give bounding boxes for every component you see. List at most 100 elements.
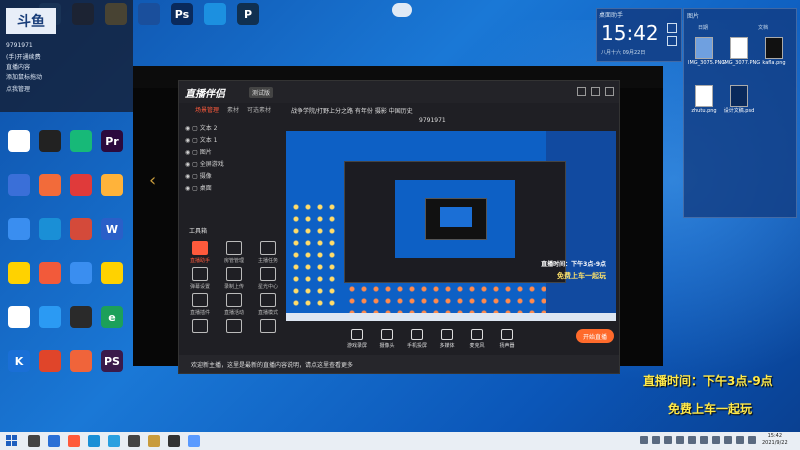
taskbar-app-icon[interactable] [128, 435, 140, 447]
scene-item[interactable]: ◉ ▢ 文本 1 [185, 135, 217, 144]
desktop-icon[interactable]: P [231, 3, 265, 25]
game-capture-button[interactable]: 游戏录屏 [342, 329, 372, 349]
notice-bar[interactable]: 欢迎新主播，这里是最新的直播内容说明，请点这里查看更多 [179, 355, 619, 373]
file-item[interactable]: zhutu.png [688, 85, 720, 114]
tray-icon[interactable] [724, 436, 732, 444]
file-item[interactable]: kafla.png [758, 37, 790, 66]
desktop-icon[interactable] [2, 218, 36, 240]
speaker-button[interactable]: 扬声器 [492, 329, 522, 349]
chevron-left-icon[interactable]: ‹ [149, 170, 156, 191]
tab-scene[interactable]: 场景管理 [195, 105, 219, 114]
tool-button[interactable]: 星光中心 [255, 267, 281, 290]
tool-button[interactable]: 主播任务 [255, 241, 281, 264]
desktop-icon[interactable] [64, 218, 98, 240]
desktop-icon[interactable] [198, 3, 232, 25]
taskbar-app-icon[interactable] [148, 435, 160, 447]
file-item[interactable]: 设计文稿.psd [723, 85, 755, 114]
taskbar-app-icon[interactable] [168, 435, 180, 447]
desktop-icon[interactable] [33, 350, 67, 372]
panel-line[interactable]: (手)开通续费 [6, 52, 41, 61]
desktop-icon[interactable] [64, 174, 98, 196]
tray-icon[interactable] [748, 436, 756, 444]
taskbar-app-icon[interactable] [108, 435, 120, 447]
desktop-icon[interactable] [2, 306, 36, 328]
live-companion-window[interactable]: 直播伴侣 测试版 场景管理 素材 可选素材 ◉ ▢ 文本 2 ◉ ▢ 文本 1 … [178, 80, 620, 374]
media-button[interactable]: 多媒体 [432, 329, 462, 349]
camera-button[interactable]: 摄像头 [372, 329, 402, 349]
tool-button[interactable] [187, 319, 213, 335]
tray-icon[interactable] [640, 436, 648, 444]
clock-widget[interactable]: 桌面助手 15:42 八月十六 09月22日 [596, 8, 682, 62]
panel-line[interactable]: 点我管理 [6, 84, 30, 93]
desktop-icon[interactable] [33, 262, 67, 284]
tool-button[interactable] [221, 319, 247, 335]
calendar-icon[interactable] [667, 23, 677, 33]
desktop-icon[interactable] [33, 174, 67, 196]
desktop-icon[interactable] [33, 218, 67, 240]
windows-start-icon[interactable] [6, 435, 18, 447]
tray-icon[interactable] [664, 436, 672, 444]
file-item[interactable]: IMG_3077.PNG [723, 37, 760, 66]
desktop-icon[interactable] [132, 3, 166, 25]
stream-info[interactable]: 战争学院/打野上分之路 有年份 摄影 中国历史 [291, 106, 413, 115]
tray-icon[interactable] [676, 436, 684, 444]
desktop-icon[interactable] [95, 262, 129, 284]
tray-icon[interactable] [700, 436, 708, 444]
scene-item[interactable]: ◉ ▢ 文本 2 [185, 123, 217, 132]
desktop-icon[interactable] [64, 130, 98, 152]
tray-icon[interactable] [712, 436, 720, 444]
desktop-icon[interactable] [2, 174, 36, 196]
desktop-icon[interactable] [64, 306, 98, 328]
scene-item[interactable]: ◉ ▢ 桌面 [185, 183, 212, 192]
taskbar-app-icon[interactable] [88, 435, 100, 447]
desktop-icon[interactable]: W [95, 218, 129, 240]
tab-material[interactable]: 素材 [227, 105, 239, 114]
files-widget[interactable]: 图片 日期 文档 IMG_3075.PNG IMG_3077.PNG kafla.p… [683, 8, 797, 218]
tool-button[interactable]: 直播助手 [187, 241, 213, 264]
file-item[interactable]: IMG_3075.PNG [688, 37, 725, 66]
tool-button[interactable]: 直播活动 [221, 293, 247, 316]
desktop-icon[interactable] [64, 350, 98, 372]
desktop-icon[interactable]: K [2, 350, 36, 372]
taskbar-app-icon[interactable] [28, 435, 40, 447]
tray-icon[interactable] [688, 436, 696, 444]
tray-icon[interactable] [652, 436, 660, 444]
tool-button[interactable] [255, 319, 281, 335]
tool-button[interactable]: 直播模式 [255, 293, 281, 316]
taskbar-clock[interactable]: 15:42 2021/9/22 [762, 433, 788, 447]
desktop-icon[interactable] [2, 130, 36, 152]
close-icon[interactable] [605, 87, 614, 96]
desktop-icon[interactable] [33, 130, 67, 152]
tool-button[interactable]: 弹幕设置 [187, 267, 213, 290]
desktop-icon[interactable]: PS [95, 350, 129, 372]
stream-preview[interactable]: 直播时间：下午3点-9点 免费上车一起玩 [286, 131, 616, 321]
desktop-icon[interactable] [95, 174, 129, 196]
douyu-popup-panel[interactable]: 斗鱼 9791971 (手)开通续费 直播内容 添加鼠标拖动 点我管理 [0, 0, 133, 112]
desktop-icon[interactable] [2, 262, 36, 284]
tool-button[interactable]: 直播插件 [187, 293, 213, 316]
tool-button[interactable]: 房管管理 [221, 241, 247, 264]
scene-item[interactable]: ◉ ▢ 图片 [185, 147, 212, 156]
start-live-button[interactable]: 开始直播 [576, 329, 614, 343]
desktop-icon[interactable]: Pr [95, 130, 129, 152]
tab-optional[interactable]: 可选素材 [247, 105, 271, 114]
files-header[interactable]: 文档 [758, 24, 768, 31]
taskbar-app-icon[interactable] [188, 435, 200, 447]
desktop-icon[interactable]: e [95, 306, 129, 328]
app-icon [8, 262, 30, 284]
tool-button[interactable]: 录制上传 [221, 267, 247, 290]
scene-item[interactable]: ◉ ▢ 全屏游戏 [185, 159, 224, 168]
scene-item[interactable]: ◉ ▢ 摄像 [185, 171, 212, 180]
taskbar-app-icon[interactable] [48, 435, 60, 447]
desktop-icon[interactable]: Ps [165, 3, 199, 25]
maximize-icon[interactable] [591, 87, 600, 96]
tray-icon[interactable] [736, 436, 744, 444]
settings-icon[interactable] [667, 36, 677, 46]
files-header[interactable]: 日期 [698, 24, 708, 31]
phone-cast-button[interactable]: 手机投屏 [402, 329, 432, 349]
minimize-icon[interactable] [577, 87, 586, 96]
desktop-icon[interactable] [64, 262, 98, 284]
mic-button[interactable]: 麦克风 [462, 329, 492, 349]
taskbar-app-icon[interactable] [68, 435, 80, 447]
desktop-icon[interactable] [33, 306, 67, 328]
